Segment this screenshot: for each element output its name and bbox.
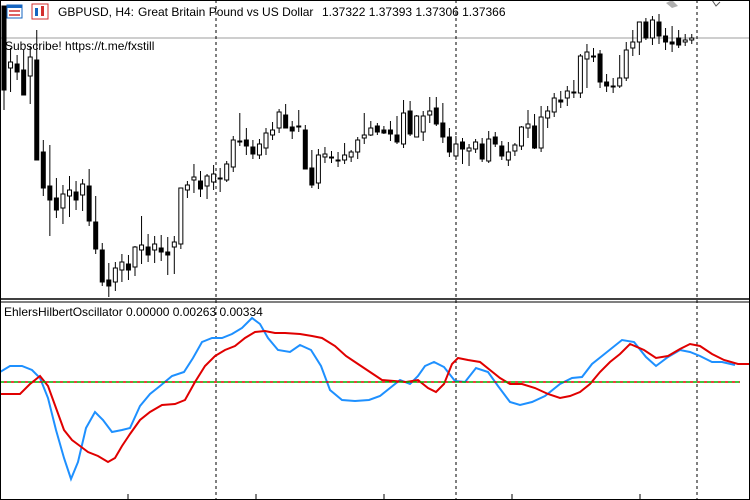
- candle: [178, 187, 184, 249]
- candle: [315, 149, 321, 189]
- oscillator-series: [0, 316, 750, 482]
- bar-chart-icon[interactable]: [31, 3, 49, 20]
- candle: [302, 125, 308, 170]
- slow-line: [0, 329, 750, 464]
- chart-title-description: Great Britain Pound vs US Dollar: [138, 5, 313, 19]
- candle: [414, 115, 420, 138]
- candle: [518, 126, 524, 150]
- indicator-panel[interactable]: EhlersHilbertOscillator 0.00000 0.00263 …: [0, 305, 750, 500]
- chart-title-symbol: GBPUSD, H4:: [58, 5, 134, 19]
- chart-title-ohlc: 1.37322 1.37393 1.37306 1.37366: [322, 5, 506, 19]
- candle: [230, 136, 236, 172]
- candle: [577, 54, 583, 98]
- price-panel[interactable]: GBPUSD, H4: Great Britain Pound vs US Do…: [0, 0, 750, 500]
- mt-chart-window[interactable]: GBPUSD, H4: Great Britain Pound vs US Do…: [0, 0, 750, 500]
- fast-line: [0, 316, 736, 482]
- subscribe-label: Subscribe! https://t.me/fxstill: [5, 39, 154, 53]
- candle: [224, 161, 230, 182]
- candle: [597, 50, 603, 88]
- indicator-title: EhlersHilbertOscillator 0.00000 0.00263 …: [4, 305, 263, 319]
- chart-list-icon[interactable]: [6, 4, 23, 19]
